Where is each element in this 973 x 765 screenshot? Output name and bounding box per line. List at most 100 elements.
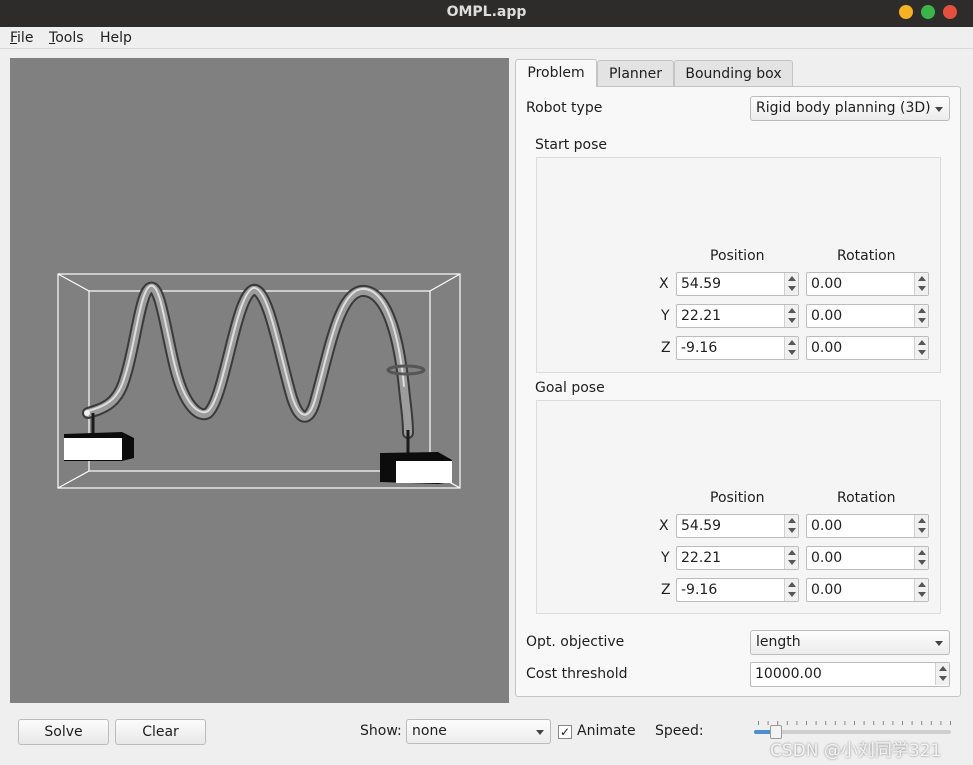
spin-buttons[interactable] — [784, 337, 798, 359]
scene-viewport[interactable] — [10, 58, 509, 703]
helix-obstacle — [82, 281, 426, 439]
menu-file-label: ile — [17, 30, 34, 46]
menu-file[interactable]: File — [10, 30, 33, 46]
minimize-button[interactable] — [899, 5, 913, 19]
spin-buttons[interactable] — [784, 273, 798, 295]
start-y-rotation-field[interactable]: 0.00 — [806, 304, 929, 328]
start-rotation-header: Rotation — [837, 248, 896, 264]
start-y-position-field[interactable]: 22.21 — [676, 304, 799, 328]
chevron-down-icon — [935, 107, 943, 112]
goal-position-header: Position — [710, 490, 765, 506]
start-position-header: Position — [710, 248, 765, 264]
goal-x-position-value: 54.59 — [681, 518, 722, 534]
menu-file-mnemonic: F — [10, 30, 18, 46]
start-z-position-field[interactable]: -9.16 — [676, 336, 799, 360]
arrow-up-icon — [918, 276, 926, 281]
show-select[interactable]: none — [406, 719, 551, 744]
goal-z-position-field[interactable]: -9.16 — [676, 578, 799, 602]
cost-threshold-label: Cost threshold — [526, 666, 628, 682]
arrow-down-icon — [918, 350, 926, 355]
chevron-down-icon — [935, 641, 943, 646]
start-x-rotation-value: 0.00 — [811, 276, 843, 292]
start-z-rotation-field[interactable]: 0.00 — [806, 336, 929, 360]
start-x-rotation-field[interactable]: 0.00 — [806, 272, 929, 296]
menu-tools-label: ools — [55, 30, 84, 46]
spin-buttons[interactable] — [784, 579, 798, 601]
goal-y-rotation-value: 0.00 — [811, 550, 843, 566]
goal-robot — [380, 430, 452, 484]
spin-buttons[interactable] — [914, 337, 928, 359]
speed-label: Speed: — [655, 723, 704, 739]
spin-buttons[interactable] — [914, 579, 928, 601]
start-y-position-value: 22.21 — [681, 308, 722, 324]
menu-tools[interactable]: Tools — [49, 30, 84, 46]
start-robot — [64, 410, 134, 461]
goal-rotation-header: Rotation — [837, 490, 896, 506]
goal-y-position-field[interactable]: 22.21 — [676, 546, 799, 570]
arrow-up-icon — [788, 308, 796, 313]
arrow-up-icon — [788, 340, 796, 345]
spin-buttons[interactable] — [784, 515, 798, 537]
arrow-up-icon — [918, 308, 926, 313]
close-button[interactable] — [943, 5, 957, 19]
goal-y-rotation-field[interactable]: 0.00 — [806, 546, 929, 570]
menu-bar: File Tools Help — [0, 27, 973, 49]
goal-x-rotation-field[interactable]: 0.00 — [806, 514, 929, 538]
arrow-down-icon — [788, 318, 796, 323]
arrow-up-icon — [788, 582, 796, 587]
title-bar: OMPL.app — [0, 0, 973, 27]
arrow-down-icon — [918, 286, 926, 291]
cost-threshold-field[interactable]: 10000.00 — [750, 662, 950, 687]
robot-type-label: Robot type — [526, 100, 603, 116]
spin-buttons[interactable] — [784, 547, 798, 569]
spin-buttons[interactable] — [914, 515, 928, 537]
start-pose-title: Start pose — [535, 137, 608, 153]
start-z-label: Z — [661, 340, 671, 356]
goal-x-position-field[interactable]: 54.59 — [676, 514, 799, 538]
arrow-down-icon — [918, 592, 926, 597]
window-title: OMPL.app — [446, 4, 527, 20]
opt-objective-label: Opt. objective — [526, 634, 625, 650]
arrow-down-icon — [788, 560, 796, 565]
start-y-rotation-value: 0.00 — [811, 308, 843, 324]
arrow-up-icon — [788, 550, 796, 555]
arrow-down-icon — [788, 350, 796, 355]
arrow-up-icon — [788, 276, 796, 281]
opt-objective-select[interactable]: length — [750, 630, 950, 655]
menu-help[interactable]: Help — [100, 30, 132, 46]
goal-z-rotation-field[interactable]: 0.00 — [806, 578, 929, 602]
spin-buttons[interactable] — [914, 305, 928, 327]
arrow-down-icon — [918, 560, 926, 565]
start-y-label: Y — [661, 308, 670, 324]
start-z-rotation-value: 0.00 — [811, 340, 843, 356]
arrow-up-icon — [939, 666, 947, 671]
tab-planner[interactable]: Planner — [597, 60, 674, 87]
tab-problem[interactable]: Problem — [515, 59, 597, 87]
cost-threshold-value: 10000.00 — [755, 666, 822, 682]
arrow-up-icon — [788, 518, 796, 523]
clear-button[interactable]: Clear — [115, 719, 206, 745]
show-value: none — [412, 723, 447, 739]
show-label: Show: — [360, 723, 402, 739]
animate-checkbox[interactable]: ✓ — [558, 725, 572, 739]
watermark-text: CSDN @小刘同学321 — [770, 741, 942, 761]
solve-button[interactable]: Solve — [18, 719, 109, 745]
arrow-up-icon — [918, 340, 926, 345]
goal-z-rotation-value: 0.00 — [811, 582, 843, 598]
chevron-down-icon — [536, 730, 544, 735]
start-x-label: X — [659, 276, 669, 292]
slider-ticks — [758, 721, 951, 725]
spin-buttons[interactable] — [935, 663, 949, 685]
tab-bounding-box[interactable]: Bounding box — [674, 60, 793, 87]
maximize-button[interactable] — [921, 5, 935, 19]
spin-buttons[interactable] — [914, 547, 928, 569]
scene-render — [57, 273, 461, 489]
goal-x-rotation-value: 0.00 — [811, 518, 843, 534]
spin-buttons[interactable] — [914, 273, 928, 295]
spin-buttons[interactable] — [784, 305, 798, 327]
start-x-position-value: 54.59 — [681, 276, 722, 292]
start-x-position-field[interactable]: 54.59 — [676, 272, 799, 296]
robot-type-select[interactable]: Rigid body planning (3D) — [750, 96, 950, 121]
robot-type-value: Rigid body planning (3D) — [756, 100, 931, 116]
goal-x-label: X — [659, 518, 669, 534]
